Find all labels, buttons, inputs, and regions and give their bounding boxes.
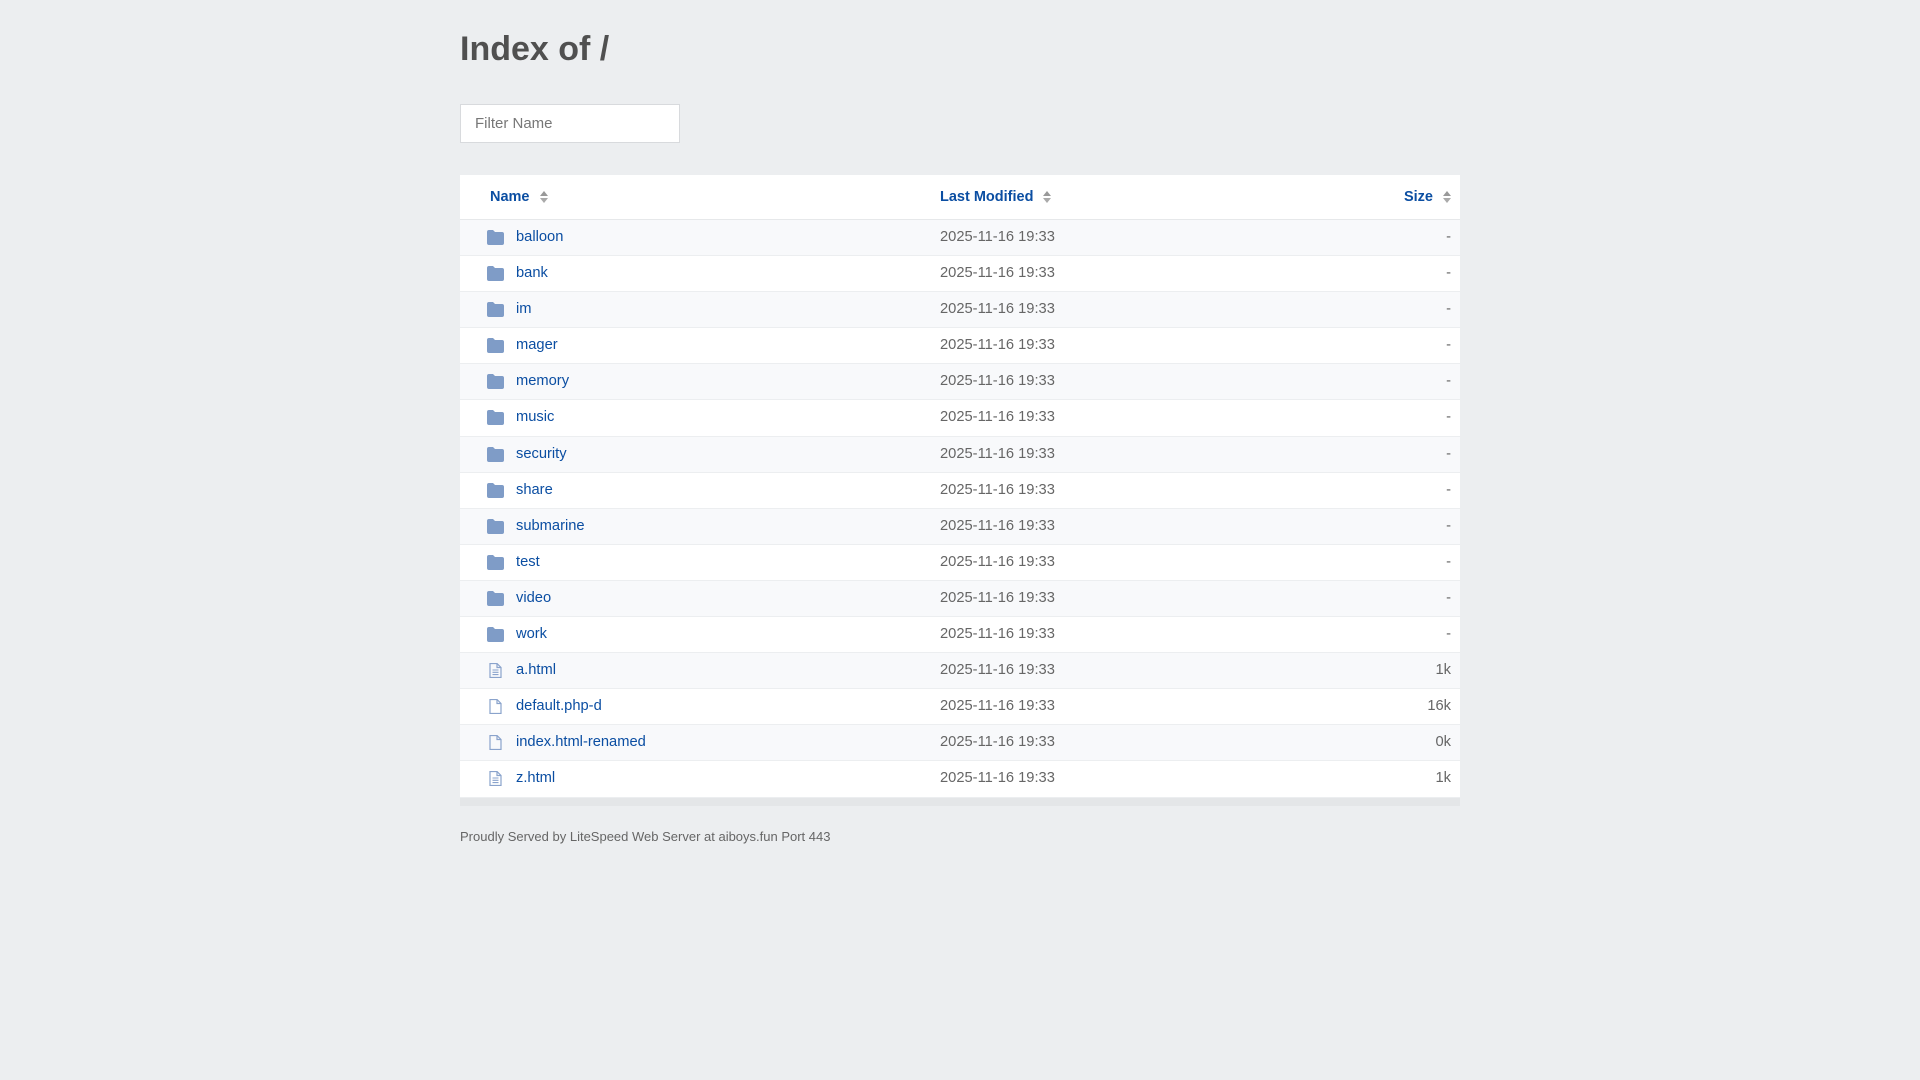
folder-icon: [487, 554, 504, 570]
sort-icon: [1443, 191, 1451, 204]
file-size: -: [1446, 337, 1451, 354]
file-size: -: [1446, 265, 1451, 282]
sort-icon: [539, 191, 548, 204]
table-body: balloon 2025-11-16 19:33 - bank 2025-11-…: [460, 220, 1460, 798]
file-size: -: [1446, 553, 1451, 570]
sort-by-size[interactable]: Size: [1404, 189, 1451, 205]
table-row: z.html 2025-11-16 19:33 1k: [460, 761, 1460, 798]
table-row: test 2025-11-16 19:33 -: [460, 545, 1460, 581]
table-row: bank 2025-11-16 19:33 -: [460, 256, 1460, 293]
folder-icon: [487, 302, 504, 318]
table-row: a.html 2025-11-16 19:33 1k: [460, 653, 1460, 690]
last-modified: 2025-11-16 19:33: [940, 517, 1055, 534]
file-size: -: [1446, 301, 1451, 318]
text-file-icon: [487, 663, 504, 679]
file-link[interactable]: security: [516, 446, 567, 462]
last-modified: 2025-11-16 19:33: [940, 409, 1055, 426]
table-row: submarine 2025-11-16 19:33 -: [460, 508, 1460, 545]
file-table: Name Last Modified Size balloon 2025-11-…: [460, 175, 1460, 806]
table-row: mager 2025-11-16 19:33 -: [460, 328, 1460, 365]
text-file-icon: [487, 771, 504, 787]
file-icon: [487, 699, 504, 715]
table-row: default.php-d 2025-11-16 19:33 16k: [460, 689, 1460, 726]
last-modified: 2025-11-16 19:33: [940, 373, 1055, 390]
column-name-label: Name: [490, 189, 530, 205]
file-size: -: [1446, 589, 1451, 606]
table-row: work 2025-11-16 19:33 -: [460, 617, 1460, 654]
last-modified: 2025-11-16 19:33: [940, 734, 1055, 751]
folder-icon: [487, 266, 504, 282]
file-size: -: [1446, 517, 1451, 534]
last-modified: 2025-11-16 19:33: [940, 337, 1055, 354]
folder-icon: [487, 374, 504, 390]
last-modified: 2025-11-16 19:33: [940, 589, 1055, 606]
last-modified: 2025-11-16 19:33: [940, 301, 1055, 318]
page-title: Index of /: [460, 30, 610, 68]
column-modified-label: Last Modified: [940, 189, 1034, 205]
file-link[interactable]: a.html: [516, 662, 556, 678]
file-link[interactable]: index.html-renamed: [516, 734, 646, 750]
file-size: 1k: [1435, 770, 1451, 787]
last-modified: 2025-11-16 19:33: [940, 662, 1055, 679]
filter-name-input[interactable]: [460, 104, 680, 143]
column-size-label: Size: [1403, 189, 1433, 205]
table-header: Name Last Modified Size: [460, 175, 1460, 220]
table-row: index.html-renamed 2025-11-16 19:33 0k: [460, 725, 1460, 762]
file-link[interactable]: test: [516, 554, 540, 570]
table-row: video 2025-11-16 19:33 -: [460, 580, 1460, 618]
folder-icon: [487, 482, 504, 498]
table-row: balloon 2025-11-16 19:33 -: [460, 220, 1460, 257]
file-size: -: [1446, 229, 1451, 245]
table-row: im 2025-11-16 19:33 -: [460, 292, 1460, 329]
table-row: share 2025-11-16 19:33 -: [460, 473, 1460, 509]
file-size: -: [1446, 445, 1451, 462]
file-link[interactable]: video: [516, 590, 551, 606]
server-footer: Proudly Served by LiteSpeed Web Server a…: [460, 829, 831, 844]
sort-by-name[interactable]: Name: [490, 189, 548, 205]
last-modified: 2025-11-16 19:33: [940, 229, 1055, 245]
folder-icon: [487, 590, 504, 606]
table-row: music 2025-11-16 19:33 -: [460, 400, 1460, 437]
sort-by-last-modified[interactable]: Last Modified: [940, 189, 1052, 205]
table-row: memory 2025-11-16 19:33 -: [460, 364, 1460, 401]
file-size: -: [1446, 626, 1451, 643]
file-link[interactable]: memory: [516, 373, 569, 389]
file-size: -: [1446, 409, 1451, 426]
file-link[interactable]: work: [516, 626, 547, 642]
file-link[interactable]: im: [516, 301, 532, 317]
file-size: 1k: [1435, 662, 1451, 679]
last-modified: 2025-11-16 19:33: [940, 553, 1055, 570]
file-link[interactable]: music: [516, 409, 554, 425]
file-link[interactable]: mager: [516, 337, 558, 353]
file-link[interactable]: bank: [516, 265, 548, 281]
file-icon: [487, 735, 504, 751]
file-size: -: [1446, 481, 1451, 498]
sort-icon: [1043, 191, 1052, 204]
file-size: -: [1446, 373, 1451, 390]
folder-icon: [487, 410, 504, 426]
file-size: 0k: [1435, 734, 1451, 751]
last-modified: 2025-11-16 19:33: [940, 698, 1055, 715]
folder-icon: [487, 518, 504, 534]
last-modified: 2025-11-16 19:33: [940, 481, 1055, 498]
folder-icon: [487, 338, 504, 354]
file-link[interactable]: share: [516, 482, 553, 498]
file-size: 16k: [1427, 698, 1451, 715]
folder-icon: [487, 230, 504, 245]
last-modified: 2025-11-16 19:33: [940, 445, 1055, 462]
last-modified: 2025-11-16 19:33: [940, 265, 1055, 282]
file-link[interactable]: z.html: [516, 770, 555, 786]
folder-icon: [487, 627, 504, 643]
last-modified: 2025-11-16 19:33: [940, 770, 1055, 787]
file-link[interactable]: default.php-d: [516, 698, 602, 714]
table-row: security 2025-11-16 19:33 -: [460, 436, 1460, 473]
file-link[interactable]: balloon: [516, 229, 563, 245]
last-modified: 2025-11-16 19:33: [940, 626, 1055, 643]
file-link[interactable]: submarine: [516, 518, 585, 534]
folder-icon: [487, 446, 504, 462]
